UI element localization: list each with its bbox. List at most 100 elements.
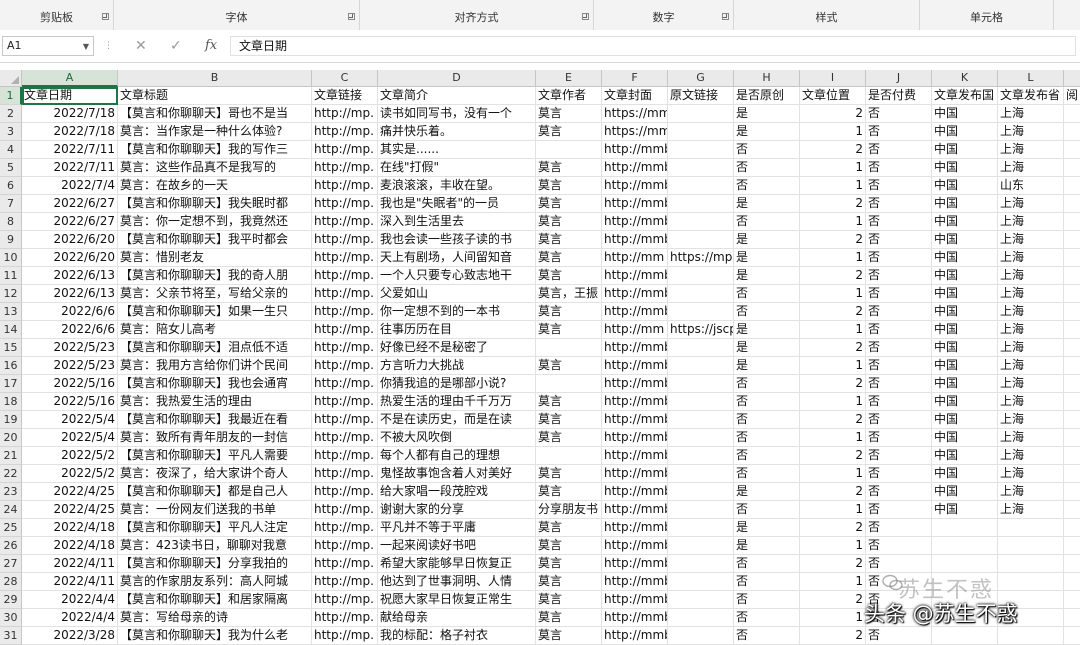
cell[interactable]: 否 <box>734 177 800 195</box>
cell[interactable]: 2 <box>800 375 866 393</box>
cell[interactable]: 【莫言和你聊聊天】平凡人需要 <box>118 447 312 465</box>
cell[interactable]: 是 <box>734 339 800 357</box>
cell[interactable]: 中国 <box>932 429 998 447</box>
cell[interactable]: 文章发布省 <box>998 87 1064 105</box>
cell[interactable]: 否 <box>866 159 932 177</box>
cell[interactable]: 上海 <box>998 105 1064 123</box>
cell[interactable]: 2 <box>800 105 866 123</box>
cell[interactable]: 中国 <box>932 267 998 285</box>
cell[interactable]: http://mmbiz.qpic.cn/ <box>602 195 668 213</box>
cell[interactable]: 【莫言和你聊聊天】平凡人注定 <box>118 519 312 537</box>
cell[interactable]: https://mp <box>668 249 734 267</box>
cell[interactable]: 中国 <box>932 123 998 141</box>
cell[interactable]: 否 <box>866 501 932 519</box>
cell[interactable] <box>668 141 734 159</box>
cell[interactable] <box>668 555 734 573</box>
cell[interactable]: 痛并快乐着。 <box>378 123 536 141</box>
cell[interactable]: 否 <box>866 375 932 393</box>
cell[interactable]: http://mmbiz.qpic.cn/ <box>602 357 668 375</box>
cell[interactable] <box>998 519 1064 537</box>
cell[interactable]: 2022/5/23 <box>22 357 118 375</box>
cell[interactable]: 是 <box>734 195 800 213</box>
cell[interactable]: 上海 <box>998 303 1064 321</box>
cell[interactable]: 否 <box>866 267 932 285</box>
cell[interactable] <box>1064 339 1080 357</box>
cell[interactable]: 2022/4/11 <box>22 573 118 591</box>
cell[interactable]: 中国 <box>932 483 998 501</box>
cell[interactable]: 2022/5/4 <box>22 411 118 429</box>
row-header[interactable]: 8 <box>0 213 22 231</box>
cell[interactable]: 莫言 <box>536 537 602 555</box>
cell[interactable]: http://mp. <box>312 447 378 465</box>
cell[interactable]: 否 <box>866 231 932 249</box>
cell[interactable] <box>932 519 998 537</box>
cell[interactable]: 中国 <box>932 339 998 357</box>
cell[interactable]: 上海 <box>998 339 1064 357</box>
row-header[interactable]: 23 <box>0 483 22 501</box>
cell[interactable] <box>668 573 734 591</box>
cell[interactable]: 中国 <box>932 465 998 483</box>
cell[interactable]: http://mp. <box>312 375 378 393</box>
cell[interactable]: 原文链接 <box>668 87 734 105</box>
cell[interactable]: 2022/4/11 <box>22 555 118 573</box>
cell[interactable] <box>668 627 734 645</box>
cell[interactable]: http://mp. <box>312 411 378 429</box>
cell[interactable]: https://mmbiz.qpic.cr <box>602 105 668 123</box>
cell[interactable]: 否 <box>734 141 800 159</box>
cell[interactable]: 否 <box>734 555 800 573</box>
row-header[interactable]: 29 <box>0 591 22 609</box>
cell[interactable]: 1 <box>800 429 866 447</box>
cell[interactable]: 否 <box>866 195 932 213</box>
cell[interactable]: 否 <box>866 465 932 483</box>
cell[interactable]: 天上有剧场，人间留知音 <box>378 249 536 267</box>
row-header[interactable]: 9 <box>0 231 22 249</box>
cell[interactable]: 上海 <box>998 357 1064 375</box>
cell[interactable]: 【莫言和你聊聊天】我也会通宵 <box>118 375 312 393</box>
cell[interactable]: 2022/7/11 <box>22 159 118 177</box>
cell[interactable]: 否 <box>866 339 932 357</box>
cell[interactable]: 2 <box>800 627 866 645</box>
cell[interactable]: 一起来阅读好书吧 <box>378 537 536 555</box>
cell[interactable]: 是 <box>734 483 800 501</box>
cell[interactable]: 我也会读一些孩子读的书 <box>378 231 536 249</box>
cell[interactable]: 2022/5/2 <box>22 465 118 483</box>
cell[interactable]: 中国 <box>932 159 998 177</box>
row-header[interactable]: 16 <box>0 357 22 375</box>
cell[interactable]: 深入到生活里去 <box>378 213 536 231</box>
cell[interactable]: 上海 <box>998 447 1064 465</box>
cell[interactable] <box>668 231 734 249</box>
cell[interactable]: 莫言：陪女儿高考 <box>118 321 312 339</box>
cell[interactable]: 否 <box>866 483 932 501</box>
cell[interactable]: 在线"打假" <box>378 159 536 177</box>
cell[interactable]: http://mmbiz.qpic.cn/ <box>602 537 668 555</box>
cell[interactable]: 否 <box>734 285 800 303</box>
row-header[interactable]: 6 <box>0 177 22 195</box>
cell[interactable] <box>668 267 734 285</box>
cell[interactable]: 1 <box>800 213 866 231</box>
row-header[interactable]: 3 <box>0 123 22 141</box>
cell[interactable]: 2 <box>800 555 866 573</box>
cell[interactable]: 他达到了世事洞明、人情 <box>378 573 536 591</box>
cell[interactable]: http://mp. <box>312 321 378 339</box>
row-header[interactable]: 20 <box>0 429 22 447</box>
column-header-l[interactable]: L <box>998 70 1064 87</box>
cell[interactable]: http://mp. <box>312 627 378 645</box>
cell[interactable]: 2 <box>800 519 866 537</box>
cell[interactable]: http://mp. <box>312 573 378 591</box>
cell[interactable]: 2022/7/4 <box>22 177 118 195</box>
cell[interactable]: 【莫言和你聊聊天】哥也不是当 <box>118 105 312 123</box>
cell[interactable] <box>1064 357 1080 375</box>
cell[interactable]: 【莫言和你聊聊天】我最近在看 <box>118 411 312 429</box>
cell[interactable]: 莫言：你一定想不到，我竟然还 <box>118 213 312 231</box>
cell[interactable]: http://mmbiz.qpic.cn/ <box>602 519 668 537</box>
cell[interactable]: 2022/5/23 <box>22 339 118 357</box>
cell[interactable]: http://mp. <box>312 339 378 357</box>
cell[interactable] <box>1064 465 1080 483</box>
row-header[interactable]: 14 <box>0 321 22 339</box>
cell[interactable]: 2022/5/2 <box>22 447 118 465</box>
cell[interactable]: 2022/6/27 <box>22 195 118 213</box>
cell[interactable] <box>1064 231 1080 249</box>
column-header-e[interactable]: E <box>536 70 602 87</box>
cell[interactable]: http://mp. <box>312 357 378 375</box>
cell[interactable]: 中国 <box>932 501 998 519</box>
